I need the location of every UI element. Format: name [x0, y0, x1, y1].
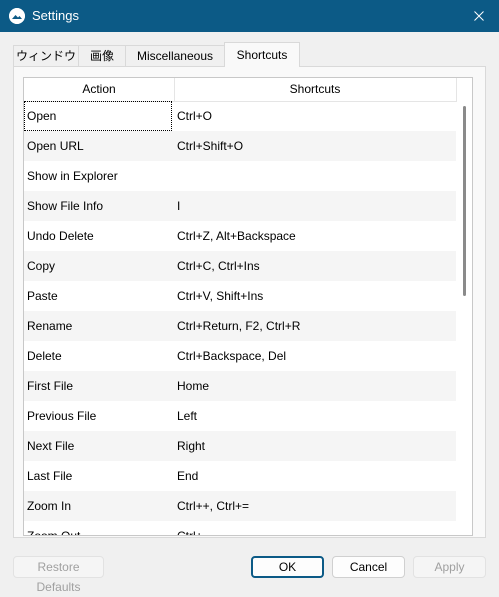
shortcut-cell[interactable]: I — [177, 191, 452, 221]
shortcut-cell[interactable]: Left — [177, 401, 452, 431]
title-bar: Settings — [0, 0, 499, 32]
action-cell[interactable]: Previous File — [27, 401, 171, 431]
restore-defaults-button[interactable]: Restore Defaults — [13, 556, 104, 594]
table-row[interactable]: Open URL Ctrl+Shift+O — [24, 131, 456, 161]
action-cell[interactable]: Next File — [27, 431, 171, 461]
tab-window[interactable]: ウィンドウ — [13, 45, 79, 66]
action-cell[interactable]: Open — [24, 101, 172, 131]
shortcut-cell[interactable]: Ctrl+O — [177, 101, 452, 131]
apply-button[interactable]: Apply — [413, 556, 486, 578]
close-button[interactable] — [459, 0, 499, 32]
shortcuts-table: Action Shortcuts Open Ctrl+O Open URL Ctrl+… — [23, 77, 473, 536]
action-cell[interactable]: First File — [27, 371, 171, 401]
tab-miscellaneous[interactable]: Miscellaneous — [125, 45, 225, 66]
table-header: Action Shortcuts — [24, 78, 472, 102]
table-body: Open Ctrl+O Open URL Ctrl+Shift+O Show in Ex… — [24, 101, 456, 535]
shortcut-cell[interactable]: Ctrl+Backspace, Del — [177, 341, 452, 371]
shortcut-cell[interactable]: Ctrl+C, Ctrl+Ins — [177, 251, 452, 281]
tab-image[interactable]: 画像 — [78, 45, 126, 66]
shortcut-cell[interactable]: Ctrl+Z, Alt+Backspace — [177, 221, 452, 251]
vertical-scrollbar[interactable] — [457, 101, 472, 535]
table-row[interactable]: First File Home — [24, 371, 456, 401]
shortcut-cell[interactable]: Ctrl+V, Shift+Ins — [177, 281, 452, 311]
action-cell[interactable]: Open URL — [27, 131, 171, 161]
close-icon — [474, 11, 484, 21]
shortcut-cell[interactable]: Ctrl+Return, F2, Ctrl+R — [177, 311, 452, 341]
action-cell[interactable]: Paste — [27, 281, 171, 311]
table-row[interactable]: Copy Ctrl+C, Ctrl+Ins — [24, 251, 456, 281]
window-title: Settings — [32, 8, 79, 23]
shortcut-cell[interactable] — [177, 161, 452, 191]
action-cell[interactable]: Undo Delete — [27, 221, 171, 251]
column-header-shortcuts[interactable]: Shortcuts — [174, 78, 457, 101]
shortcut-cell[interactable]: Ctrl++, Ctrl+= — [177, 491, 452, 521]
action-cell[interactable]: Delete — [27, 341, 171, 371]
cancel-button[interactable]: Cancel — [332, 556, 405, 578]
table-row[interactable]: Zoom In Ctrl++, Ctrl+= — [24, 491, 456, 521]
action-cell[interactable]: Show in Explorer — [27, 161, 171, 191]
table-row[interactable]: Show in Explorer — [24, 161, 456, 191]
action-cell[interactable]: Show File Info — [27, 191, 171, 221]
table-row[interactable]: Open Ctrl+O — [24, 101, 456, 131]
table-row[interactable]: Last File End — [24, 461, 456, 491]
table-row[interactable]: Show File Info I — [24, 191, 456, 221]
ok-button[interactable]: OK — [251, 556, 324, 578]
table-row[interactable]: Paste Ctrl+V, Shift+Ins — [24, 281, 456, 311]
action-cell[interactable]: Last File — [27, 461, 171, 491]
app-icon — [9, 8, 25, 24]
table-row[interactable]: Previous File Left — [24, 401, 456, 431]
table-row[interactable]: Rename Ctrl+Return, F2, Ctrl+R — [24, 311, 456, 341]
shortcut-cell[interactable]: Ctrl+Shift+O — [177, 131, 452, 161]
action-cell[interactable]: Zoom In — [27, 491, 171, 521]
table-row[interactable]: Zoom Out Ctrl+- — [24, 521, 456, 535]
shortcut-cell[interactable]: Ctrl+- — [177, 521, 452, 535]
shortcut-cell[interactable]: Right — [177, 431, 452, 461]
action-cell[interactable]: Copy — [27, 251, 171, 281]
table-row[interactable]: Next File Right — [24, 431, 456, 461]
action-cell[interactable]: Rename — [27, 311, 171, 341]
table-row[interactable]: Delete Ctrl+Backspace, Del — [24, 341, 456, 371]
action-cell[interactable]: Zoom Out — [27, 521, 171, 535]
shortcut-cell[interactable]: Home — [177, 371, 452, 401]
tab-shortcuts[interactable]: Shortcuts — [224, 42, 300, 67]
shortcut-cell[interactable]: End — [177, 461, 452, 491]
scrollbar-thumb[interactable] — [463, 106, 466, 296]
column-header-action[interactable]: Action — [24, 78, 175, 101]
table-row[interactable]: Undo Delete Ctrl+Z, Alt+Backspace — [24, 221, 456, 251]
